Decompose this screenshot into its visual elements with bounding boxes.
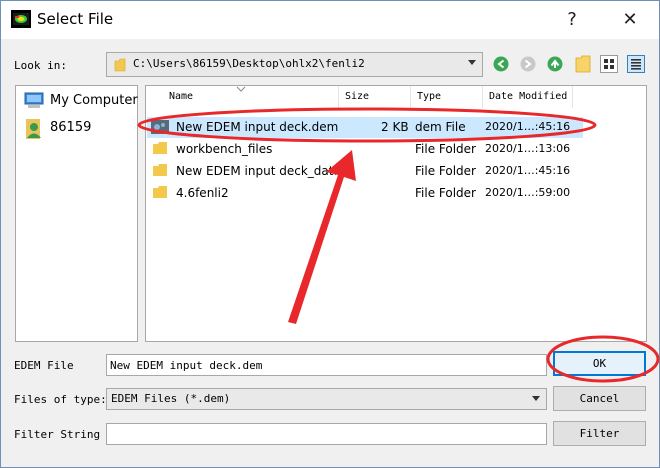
- file-row[interactable]: New EDEM input deck_data File Folder 202…: [147, 161, 583, 182]
- file-size: 2 KB: [381, 120, 409, 134]
- file-name: New EDEM input deck_data: [176, 164, 336, 178]
- file-name: 4.6fenli2: [176, 186, 229, 200]
- chevron-down-icon[interactable]: [532, 396, 540, 401]
- file-date: 2020/1…:13:06: [485, 142, 571, 155]
- folder-icon: [153, 142, 167, 154]
- file-date: 2020/1…:45:16: [485, 120, 571, 133]
- column-header-size[interactable]: Size: [339, 86, 411, 108]
- folder-icon: [153, 186, 167, 198]
- sidebar-item-user[interactable]: 86159: [24, 119, 91, 143]
- files-of-type-label: Files of type:: [14, 393, 107, 406]
- filter-string-input[interactable]: [106, 423, 547, 445]
- edem-file-label: EDEM File: [14, 359, 74, 372]
- title-bar[interactable]: Select File ? ✕: [1, 1, 659, 39]
- look-in-combo[interactable]: C:\Users\86159\Desktop\ohlx2\fenli2: [106, 52, 483, 77]
- computer-icon: [24, 92, 44, 108]
- user-icon: [26, 119, 41, 139]
- sidebar-item-my-computer[interactable]: My Computer: [24, 92, 138, 114]
- files-of-type-combo[interactable]: EDEM Files (*.dem): [106, 388, 547, 410]
- look-in-path: C:\Users\86159\Desktop\ohlx2\fenli2: [133, 57, 365, 70]
- file-name: New EDEM input deck.dem: [176, 120, 339, 134]
- files-of-type-value: EDEM Files (*.dem): [111, 392, 231, 405]
- column-header-name[interactable]: Name: [163, 86, 339, 108]
- help-button[interactable]: ?: [549, 5, 595, 35]
- folder-icon: [153, 164, 167, 176]
- ok-button[interactable]: OK: [553, 351, 646, 376]
- cancel-button[interactable]: Cancel: [553, 386, 646, 411]
- look-in-label: Look in:: [14, 59, 67, 72]
- dem-file-icon: [151, 120, 169, 134]
- new-folder-icon[interactable]: [575, 55, 591, 73]
- window-title: Select File: [37, 10, 114, 28]
- list-view-icon[interactable]: [600, 55, 618, 73]
- file-row-selected[interactable]: New EDEM input deck.dem 2 KB dem File 20…: [147, 117, 583, 138]
- select-file-dialog: Select File ? ✕ Look in: C:\Users\86159\…: [0, 0, 660, 468]
- file-list: Name Size Type Date Modified New EDEM in…: [145, 85, 647, 342]
- file-type: dem File: [415, 120, 466, 134]
- back-icon[interactable]: [493, 56, 509, 72]
- file-type: File Folder: [415, 164, 476, 178]
- column-header-type[interactable]: Type: [411, 86, 483, 108]
- app-icon: [11, 10, 31, 28]
- file-row[interactable]: workbench_files File Folder 2020/1…:13:0…: [147, 139, 583, 160]
- chevron-down-icon[interactable]: [468, 60, 476, 65]
- sidebar-item-label: 86159: [50, 120, 92, 135]
- file-type: File Folder: [415, 186, 476, 200]
- folder-icon: [114, 58, 126, 72]
- up-folder-icon[interactable]: [547, 56, 563, 72]
- file-type: File Folder: [415, 142, 476, 156]
- detail-view-icon[interactable]: [627, 55, 645, 73]
- column-header-date[interactable]: Date Modified: [483, 86, 573, 108]
- filter-button[interactable]: Filter: [553, 421, 646, 446]
- filter-string-label: Filter String: [14, 428, 101, 441]
- sort-chevron-icon: [236, 86, 246, 92]
- edem-file-value: New EDEM input deck.dem: [110, 359, 263, 372]
- places-sidebar: My Computer 86159: [15, 85, 138, 342]
- forward-icon[interactable]: [520, 56, 536, 72]
- file-row[interactable]: 4.6fenli2 File Folder 2020/1…:59:00: [147, 183, 583, 204]
- sidebar-item-label: My Computer: [50, 93, 138, 108]
- edem-file-input[interactable]: New EDEM input deck.dem: [106, 354, 547, 376]
- file-name: workbench_files: [176, 142, 273, 156]
- file-date: 2020/1…:59:00: [485, 186, 571, 199]
- file-date: 2020/1…:45:16: [485, 164, 571, 177]
- close-button[interactable]: ✕: [607, 5, 653, 35]
